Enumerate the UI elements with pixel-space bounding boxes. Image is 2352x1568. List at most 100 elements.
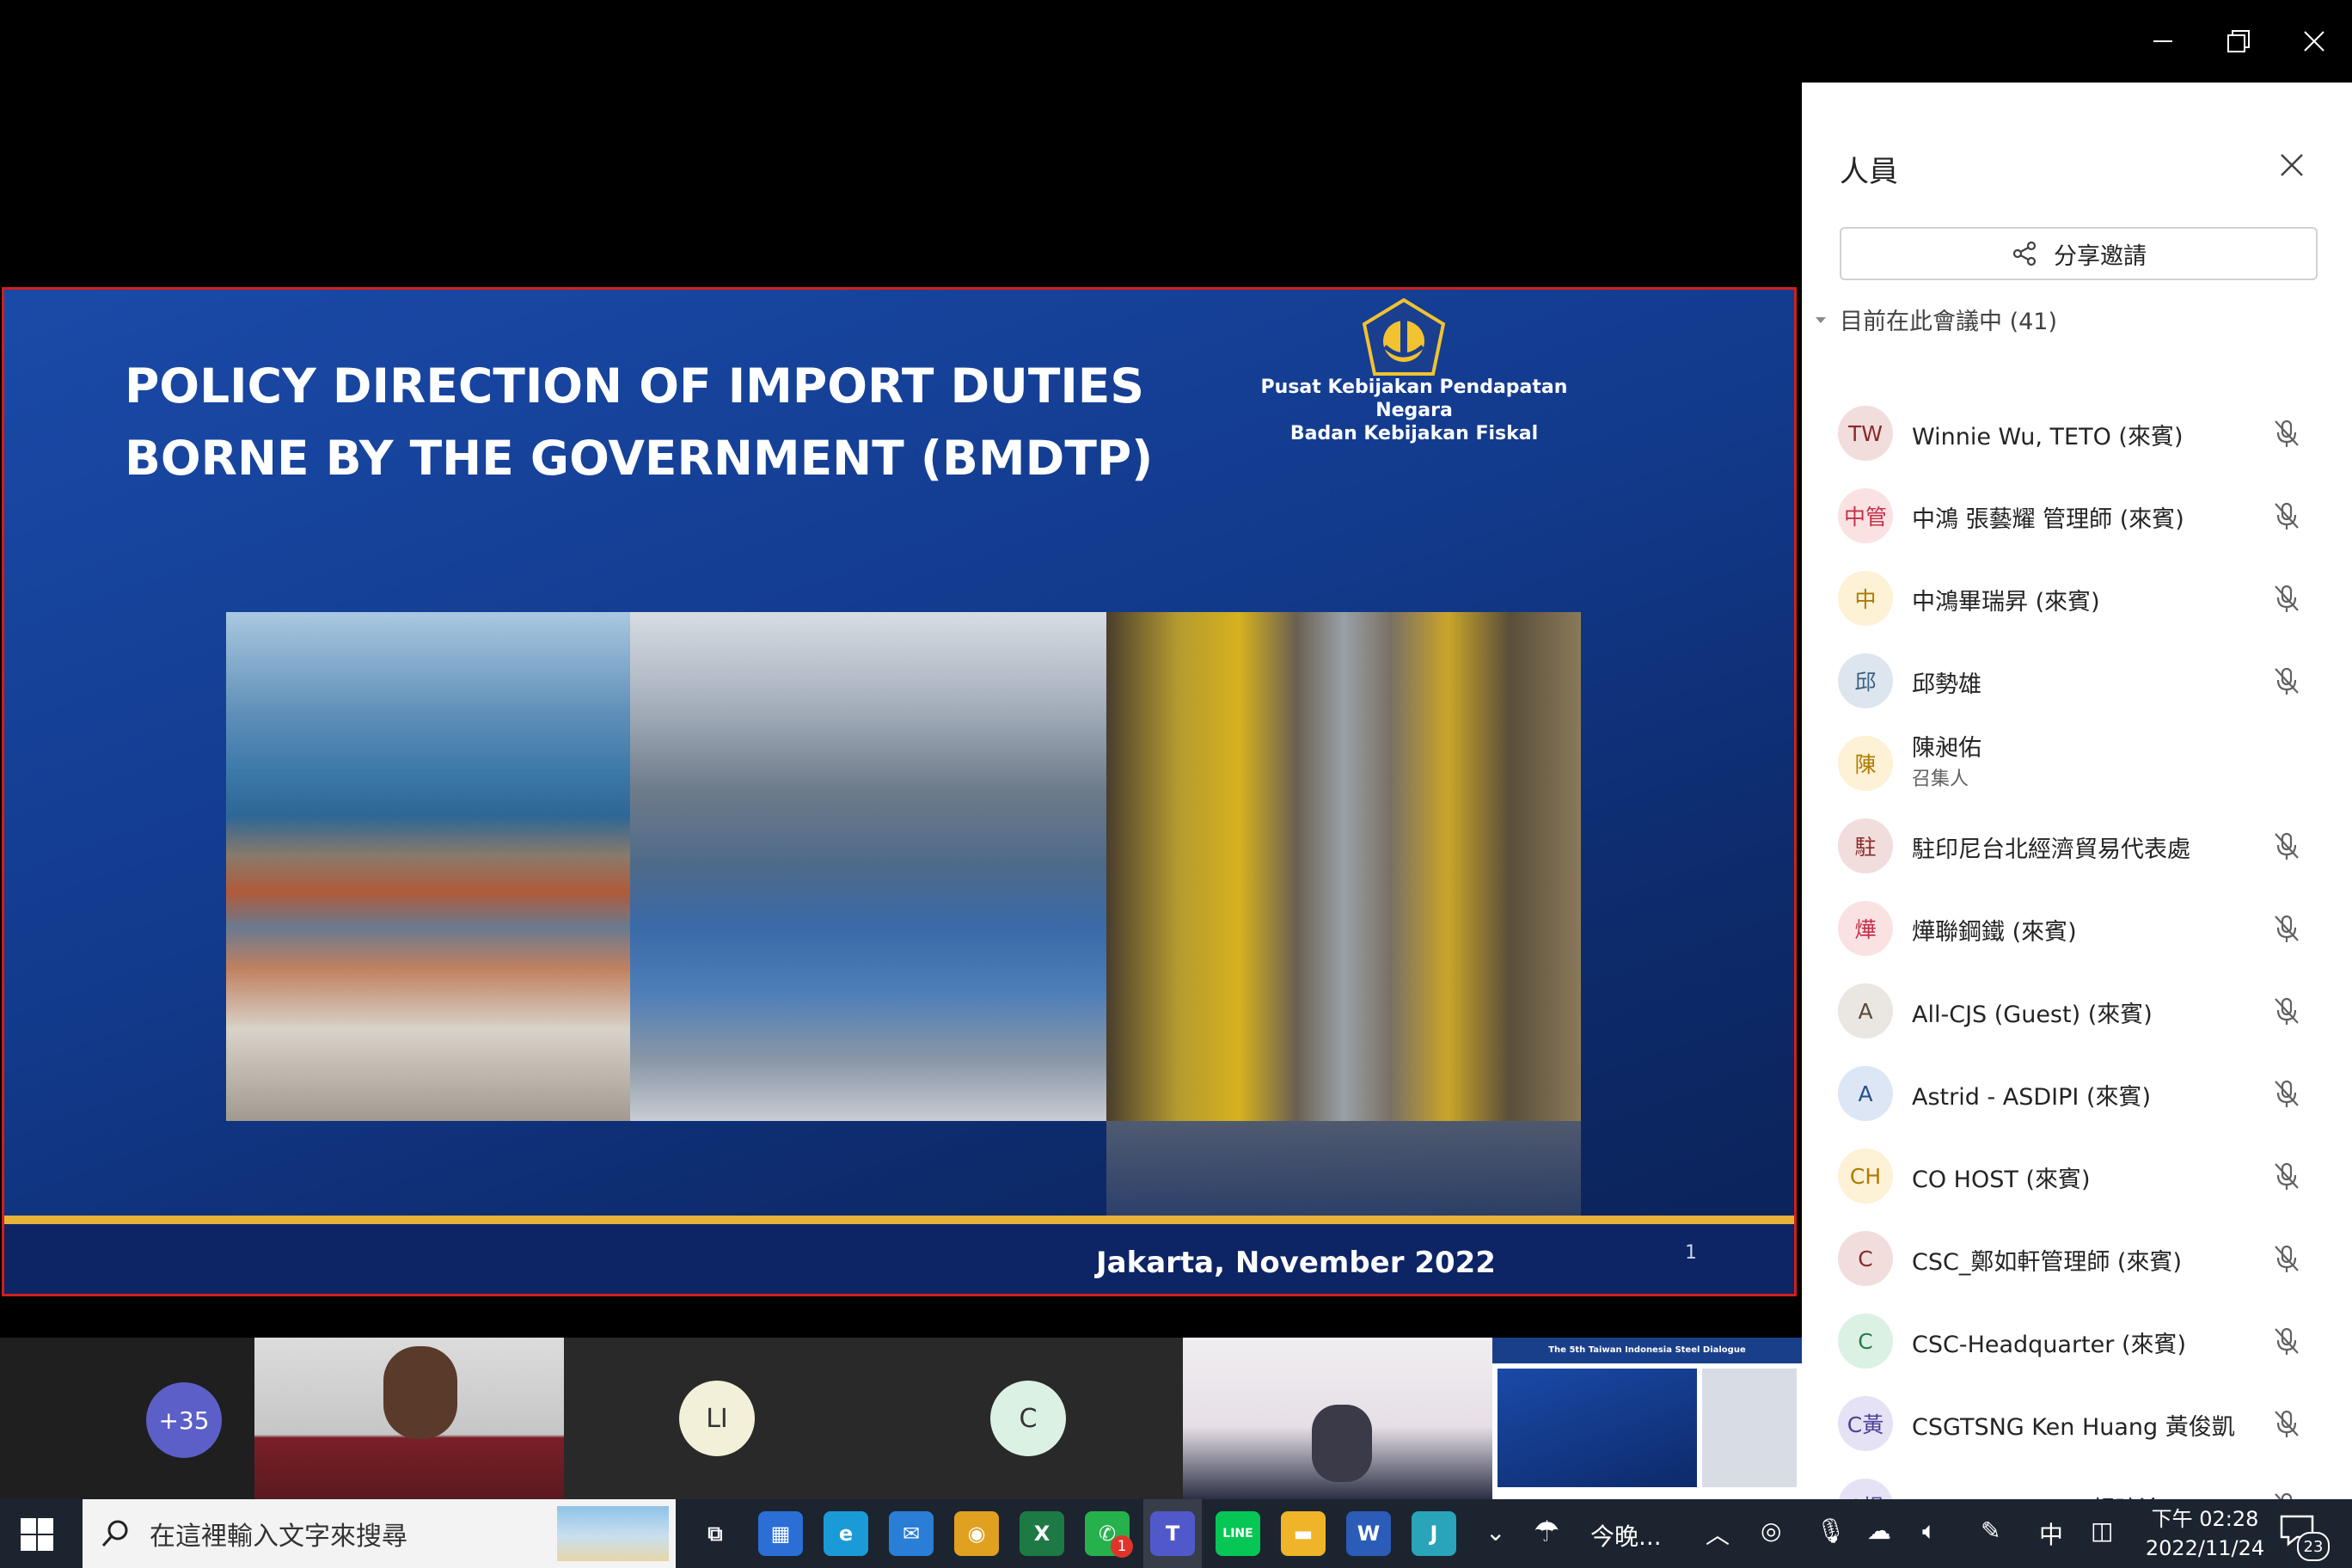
avatar: C [1838,1231,1893,1286]
onedrive-icon[interactable]: ☁ [1867,1516,1891,1545]
search-icon [101,1520,128,1547]
avatar: A [1838,983,1893,1038]
mic-off-icon [2275,585,2299,612]
shared-screen-thumbnail [1498,1369,1697,1487]
overflow-tile[interactable]: +35 [0,1338,254,1499]
notification-center-button[interactable]: 23 [2278,1513,2330,1561]
restore-button[interactable] [2201,0,2276,83]
avatar: C [990,1381,1066,1456]
ime-indicator[interactable]: 中 [2039,1516,2063,1551]
participant-gallery: +35 LI C The 5th Taiwan Indonesia Steel … [0,1338,1802,1499]
participant-row[interactable]: 駐駐印尼台北經濟貿易代表處 [1802,805,2352,887]
participant-row[interactable]: C CSC_鄭如軒管理師 (來賓) [1802,1217,2352,1300]
mic-off-icon [2275,1245,2299,1272]
word-icon[interactable]: W [1346,1511,1391,1556]
mic-off-icon [2275,915,2299,942]
video-tile-li[interactable]: LI [564,1338,873,1499]
participant-name: CSC_鄭如軒管理師 (來賓) [1912,1249,2182,1276]
mic-off-icon [2275,1327,2299,1355]
slide-title: POLICY DIRECTION OF IMPORT DUTIES BORNE … [125,350,1242,494]
show-hidden-icons-chevron-icon[interactable]: ︿ [1706,1516,1730,1551]
participant-name: 中鴻畢瑞昇 (來賓) [1912,589,2100,616]
teams-icon[interactable]: T [1150,1511,1195,1556]
store-icon[interactable]: ▦ [758,1511,803,1556]
avatar: A [1838,1066,1893,1121]
overflow-chevron-icon[interactable]: ⌄ [1485,1518,1505,1547]
avatar: C [1838,1314,1893,1369]
weather-umbrella-icon[interactable]: ☂ [1534,1515,1559,1549]
participant-name: CSC-Headquarter (來賓) [1912,1332,2187,1358]
search-placeholder: 在這裡輸入文字來搜尋 [150,1522,407,1552]
line-icon[interactable]: LINE [1216,1511,1260,1556]
participant-row[interactable]: 陳陳昶佑 召集人 [1802,722,2352,805]
mic-off-icon [2275,1410,2299,1437]
task-view-icon[interactable]: ⧉ [693,1511,738,1556]
close-window-button[interactable] [2276,0,2352,83]
participant-row[interactable]: TW Winnie Wu, TETO (來賓) [1802,392,2352,475]
in-meeting-section-toggle[interactable]: 目前在此會議中 (41) [1814,303,2057,336]
video-tile-shared-screen[interactable]: The 5th Taiwan Indonesia Steel Dialogue [1492,1338,1802,1499]
participant-name: 燁聯鋼鐵 (來賓) [1912,919,2077,946]
port-photo [226,612,630,1121]
avatar: 陳 [1838,736,1893,791]
app-j-icon[interactable]: J [1412,1511,1456,1556]
avatar: 中管 [1838,488,1893,543]
slide-page-number: 1 [1685,1242,1697,1264]
title-bar [0,0,2352,83]
mic-off-icon [2275,832,2299,860]
minimize-button[interactable] [2125,0,2201,83]
pen-icon[interactable]: ✎ [1981,1516,2000,1545]
slide-divider [4,1216,1794,1224]
share-invite-button[interactable]: 分享邀請 [1840,227,2318,280]
overflow-count: +35 [146,1382,222,1458]
shared-screen-video [1702,1369,1797,1487]
taskbar-clock[interactable]: 下午 02:28 2022/11/24 [2141,1504,2269,1563]
avatar: 中 [1838,571,1893,626]
participant-row[interactable]: 燁燁聯鋼鐵 (來賓) [1802,887,2352,970]
video-tile-official[interactable] [1183,1338,1492,1499]
volume-icon[interactable]: 🔈︎ [1922,1516,1937,1546]
shared-slide: POLICY DIRECTION OF IMPORT DUTIES BORNE … [2,287,1797,1296]
whatsapp-unread-badge: 1 [1111,1535,1133,1558]
shared-screen-title: The 5th Taiwan Indonesia Steel Dialogue [1492,1338,1802,1363]
video-tile-speaker[interactable] [254,1338,564,1499]
weather-text[interactable]: 今晚... [1590,1518,1662,1553]
slide-footer-text: Jakarta, November 2022 [1096,1246,1496,1280]
participant-row[interactable]: 中中鴻畢瑞昇 (來賓) [1802,557,2352,640]
restore-icon [2227,30,2250,52]
taskbar-search-box[interactable]: 在這裡輸入文字來搜尋 [83,1499,676,1568]
participant-name: Winnie Wu, TETO (來賓) [1912,424,2184,450]
mail-icon[interactable]: ✉ [889,1511,934,1556]
participant-row[interactable]: 邱邱勢雄 [1802,640,2352,722]
ime-mode-icon[interactable]: ◫ [2091,1516,2113,1545]
slide-organization: Pusat Kebijakan Pendapatan Negara Badan … [1225,376,1603,445]
org-line-2: Badan Kebijakan Fiskal [1289,423,1539,444]
edge-icon[interactable]: e [824,1511,868,1556]
avatar: 駐 [1838,818,1893,873]
participant-row[interactable]: C黃 CSGTSNG Ken Huang 黃俊凱 [1802,1382,2352,1465]
video-tile-c[interactable]: C [873,1338,1183,1499]
clock-date: 2022/11/24 [2145,1536,2265,1560]
participant-row[interactable]: A Astrid - ASDIPI (來賓) [1802,1052,2352,1135]
participant-row[interactable]: A All-CJS (Guest) (來賓) [1802,970,2352,1052]
participant-row[interactable]: CH CO HOST (來賓) [1802,1135,2352,1217]
share-invite-label: 分享邀請 [2054,242,2147,270]
microphone-icon[interactable]: 🎙︎ [1816,1516,1847,1545]
chrome-icon[interactable]: ◉ [954,1511,999,1556]
close-icon[interactable] [2275,148,2309,182]
robot-line-photo [1106,612,1581,1121]
person-head [1312,1405,1372,1482]
participant-row[interactable]: C CSC-Headquarter (來賓) [1802,1300,2352,1382]
participant-name: Astrid - ASDIPI (來賓) [1912,1084,2152,1111]
start-button[interactable] [19,1516,55,1553]
mic-off-icon [2275,667,2299,695]
mic-off-icon [2275,1080,2299,1107]
explorer-icon[interactable]: ▬ [1281,1511,1326,1556]
slide-footer-bar [4,1224,1794,1294]
avatar: 燁 [1838,901,1893,956]
camera-icon[interactable]: ◎ [1761,1516,1781,1545]
person-head [383,1346,457,1439]
excel-icon[interactable]: X [1020,1511,1064,1556]
participant-row[interactable]: 中管 中鴻 張藝耀 管理師 (來賓) [1802,475,2352,557]
share-icon [2012,241,2037,266]
